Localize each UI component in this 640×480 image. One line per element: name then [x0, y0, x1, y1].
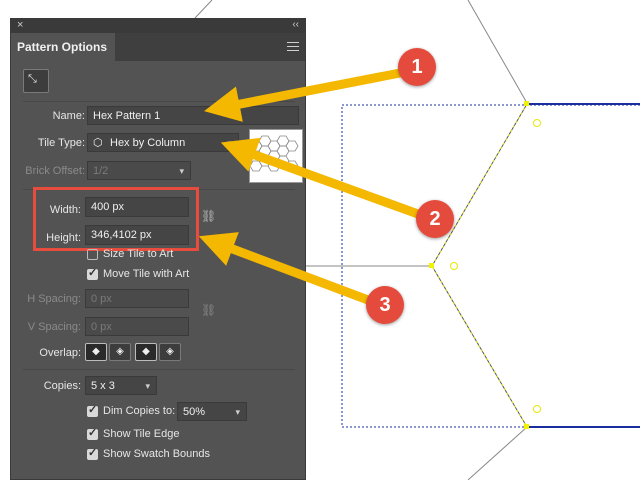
- callout-badge-3: 3: [366, 286, 404, 324]
- center-point[interactable]: [533, 119, 541, 127]
- hex-tile-shape: [431, 103, 528, 428]
- pattern-tile-tool-button[interactable]: ⤡: [23, 69, 49, 93]
- panel-menu-icon[interactable]: [287, 42, 299, 51]
- move-tile-label: Move Tile with Art: [103, 268, 190, 280]
- chevron-down-icon: ▾: [227, 138, 232, 148]
- chevron-down-icon: ▾: [235, 407, 240, 417]
- link-broken-icon[interactable]: ⛓: [201, 209, 216, 223]
- hex-edge-line: [467, 426, 528, 480]
- center-point[interactable]: [450, 262, 458, 270]
- h-spacing-label: H Spacing:: [27, 293, 81, 305]
- tile-type-value: Hex by Column: [110, 137, 186, 149]
- close-icon[interactable]: ×: [17, 19, 23, 31]
- panel-tabrow: Pattern Options: [11, 33, 305, 61]
- show-swatch-bounds-checkbox[interactable]: [87, 446, 98, 460]
- tile-type-preview: [249, 129, 303, 183]
- tab-pattern-options[interactable]: Pattern Options: [11, 33, 115, 61]
- chevron-down-icon: ▾: [179, 166, 184, 176]
- anchor-point[interactable]: [524, 101, 529, 106]
- dim-copies-checkbox[interactable]: [87, 403, 98, 417]
- tile-type-select[interactable]: ⬡ Hex by Column ▾: [87, 133, 239, 152]
- copies-label: Copies:: [43, 380, 81, 392]
- chevron-down-icon: ▾: [145, 381, 150, 391]
- overlap-top-in-front-button[interactable]: ◆: [135, 343, 157, 361]
- center-point[interactable]: [533, 405, 541, 413]
- size-tile-label: Size Tile to Art: [103, 248, 174, 260]
- anchor-point[interactable]: [524, 424, 529, 429]
- name-label: Name:: [52, 110, 85, 122]
- divider: [23, 101, 295, 102]
- panel-titlebar: × ‹‹: [11, 19, 305, 33]
- callout-badge-1: 1: [398, 48, 436, 86]
- brick-offset-value: 1/2: [93, 165, 109, 177]
- callout-badge-2: 2: [416, 200, 454, 238]
- tile-type-label: Tile Type:: [37, 137, 85, 149]
- show-tile-edge-checkbox[interactable]: [87, 426, 98, 440]
- hex-grid-preview: [249, 135, 299, 172]
- size-fields-highlight: [33, 187, 199, 251]
- h-spacing-input[interactable]: 0 px: [85, 289, 189, 308]
- hexagon-icon: ⬡: [93, 137, 103, 149]
- size-tile-checkbox[interactable]: [87, 249, 98, 260]
- dim-copies-value: 50%: [183, 406, 206, 418]
- overlap-right-in-front-button[interactable]: ◈: [109, 343, 131, 361]
- brick-offset-select[interactable]: 1/2 ▾: [87, 161, 191, 180]
- hex-edge-line: [467, 0, 528, 104]
- divider: [23, 369, 295, 370]
- pattern-tile-tool-icon: ⤡: [28, 73, 37, 85]
- v-spacing-input[interactable]: 0 px: [85, 317, 189, 336]
- copies-value: 5 x 3: [91, 380, 115, 392]
- overlap-bottom-in-front-button[interactable]: ◈: [159, 343, 181, 361]
- show-tile-edge-label: Show Tile Edge: [103, 428, 180, 440]
- link-broken-icon[interactable]: ⛓: [201, 303, 216, 317]
- hex-edge-line: [194, 0, 213, 19]
- dim-copies-input[interactable]: 50% ▾: [177, 402, 247, 421]
- anchor-point[interactable]: [429, 263, 434, 268]
- collapse-icon[interactable]: ‹‹: [292, 19, 299, 30]
- name-input[interactable]: Hex Pattern 1: [87, 106, 299, 125]
- move-tile-checkbox[interactable]: [87, 266, 98, 280]
- show-swatch-bounds-label: Show Swatch Bounds: [103, 448, 211, 460]
- brick-offset-label: Brick Offset:: [25, 165, 85, 177]
- overlap-left-in-front-button[interactable]: ◆: [85, 343, 107, 361]
- hex-tile-edge-dashed: [431, 103, 528, 428]
- copies-select[interactable]: 5 x 3 ▾: [85, 376, 157, 395]
- v-spacing-label: V Spacing:: [27, 321, 81, 333]
- dim-copies-label: Dim Copies to:: [103, 405, 176, 417]
- overlap-label: Overlap:: [39, 347, 81, 359]
- pattern-options-panel: × ‹‹ Pattern Options ⤡ Name: Hex Pattern…: [10, 18, 306, 480]
